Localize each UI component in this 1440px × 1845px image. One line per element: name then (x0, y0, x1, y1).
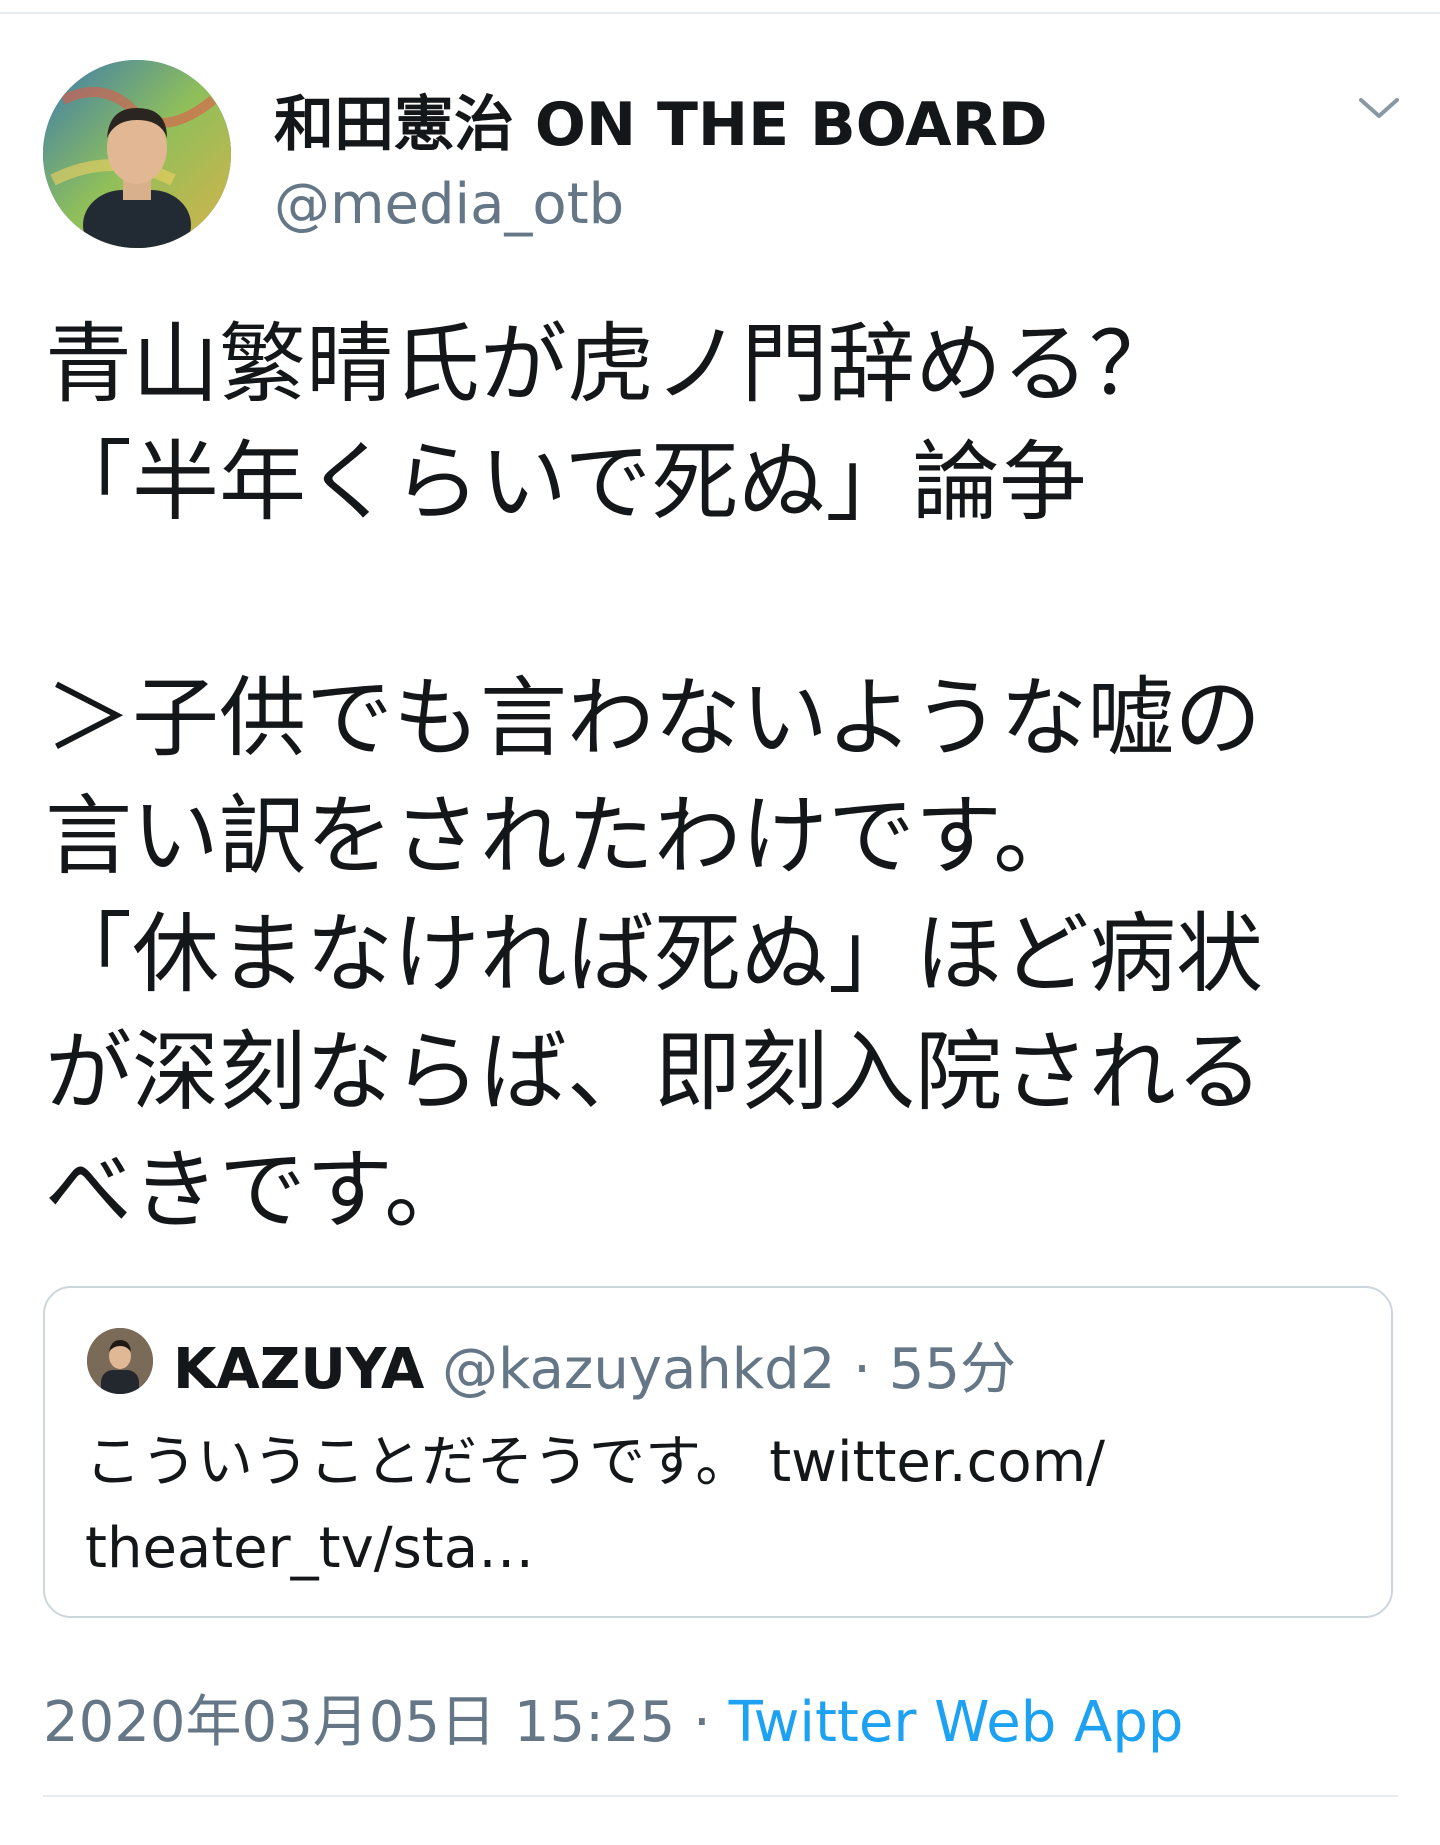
tweet-text-line: 言い訳をされたわけです。 (45, 785, 1081, 887)
separator-dot: · (853, 1337, 871, 1402)
tweet-source-link[interactable]: Twitter Web App (729, 1690, 1184, 1755)
tweet-text-line: べきです。 (45, 1139, 472, 1241)
tweet-text-line: が深刻ならば、即刻入院される (45, 1021, 1263, 1123)
author-avatar[interactable] (43, 60, 231, 248)
tweet-text-line (45, 541, 1395, 659)
tweet-text-line: 「休まなければ死ぬ」ほど病状 (45, 903, 1263, 1005)
tweet-text-line: 「半年くらいで死ぬ」論争 (45, 431, 1087, 533)
author-handle[interactable]: @media_otb (274, 172, 624, 237)
quoted-author-avatar[interactable] (87, 1328, 153, 1394)
person-photo-avatar-icon (87, 1328, 153, 1394)
quoted-tweet-text-line: theater_tv/sta… (85, 1516, 535, 1581)
tweet-timestamp[interactable]: 2020年03月05日 15:25 (43, 1690, 675, 1755)
quoted-tweet-card[interactable]: KAZUYA @kazuyahkd2 · 55分 こういうことだそうです。 tw… (43, 1286, 1393, 1618)
quoted-tweet-text-line: こういうことだそうです。 twitter.com/ (85, 1430, 1106, 1495)
quoted-tweet-time: 55分 (888, 1337, 1017, 1402)
quoted-tweet-header: KAZUYA @kazuyahkd2 · 55分 (173, 1324, 1016, 1405)
person-photo-avatar-icon (43, 60, 231, 248)
quoted-tweet-text: こういうことだそうです。 twitter.com/ theater_tv/sta… (85, 1420, 1355, 1592)
quoted-author-name[interactable]: KAZUYA (173, 1337, 424, 1402)
tweet-meta: 2020年03月05日 15:25 · Twitter Web App (43, 1677, 1183, 1758)
tweet-text-line: 青山繁晴氏が虎ノ門辞める？ (45, 313, 1176, 415)
tweet-text: 青山繁晴氏が虎ノ門辞める？ 「半年くらいで死ぬ」論争 ＞子供でも言わないような嘘… (45, 305, 1395, 1249)
author-display-name[interactable]: 和田憲治 ON THE BOARD (274, 76, 1048, 163)
top-divider (0, 12, 1440, 14)
bottom-divider (43, 1795, 1398, 1797)
tweet-text-line: ＞子供でも言わないような嘘の (45, 667, 1262, 769)
separator-dot: · (693, 1690, 711, 1755)
chevron-down-icon[interactable] (1355, 92, 1403, 124)
quoted-author-handle[interactable]: @kazuyahkd2 (442, 1337, 835, 1402)
